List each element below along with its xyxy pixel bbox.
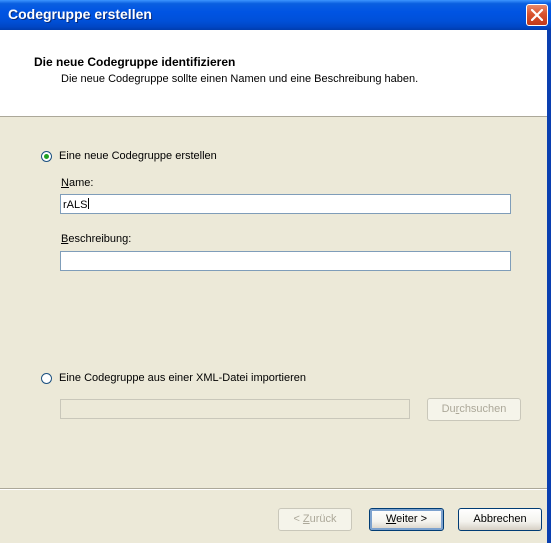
xml-path-input[interactable] [60,399,410,419]
wizard-dialog: Codegruppe erstellen Die neue Codegruppe… [0,0,551,543]
import-xml-radio[interactable] [41,373,52,384]
import-xml-label[interactable]: Eine Codegruppe aus einer XML-Datei impo… [59,372,306,384]
back-button[interactable]: < Zurück [278,508,352,531]
bottom-separator [0,488,551,490]
create-new-radio[interactable] [41,151,52,162]
wizard-header: Die neue Codegruppe identifizieren Die n… [0,30,551,117]
title-bar[interactable]: Codegruppe erstellen [0,0,551,30]
window-title: Codegruppe erstellen [8,6,152,22]
header-title: Die neue Codegruppe identifizieren [34,55,236,69]
create-new-label[interactable]: Eine neue Codegruppe erstellen [59,150,217,162]
description-input[interactable] [60,251,511,271]
header-subtitle: Die neue Codegruppe sollte einen Namen u… [61,73,419,85]
name-input-value: rALS [63,199,88,211]
text-caret [88,198,90,209]
name-label: Name: [61,177,94,189]
window-frame-right [547,30,551,543]
description-label: Beschreibung: [61,233,132,245]
close-button[interactable] [526,4,548,26]
close-icon [531,9,543,21]
browse-button[interactable]: Durchsuchen [427,398,521,421]
name-input[interactable]: rALS [60,194,511,214]
cancel-button[interactable]: Abbrechen [458,508,542,531]
next-button[interactable]: Weiter > [369,508,444,531]
